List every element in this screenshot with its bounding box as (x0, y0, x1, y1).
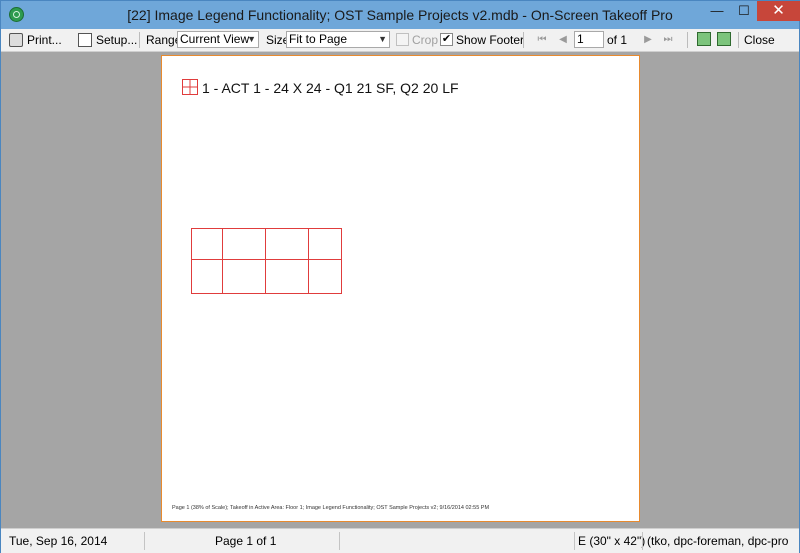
page-count-label: of 1 (607, 33, 628, 47)
zoom-fit-icon[interactable] (717, 32, 731, 46)
setup-button-label: Setup... (96, 33, 138, 47)
status-date: Tue, Sep 16, 2014 (9, 534, 108, 548)
minimize-button[interactable]: — (704, 1, 730, 21)
page-setup-icon (78, 33, 92, 47)
toolbar: Print... Setup... Range Current View ▼ Si… (1, 29, 799, 52)
title-bar[interactable]: [22] Image Legend Functionality; OST Sam… (1, 1, 800, 29)
printer-icon (9, 33, 23, 47)
chevron-down-icon: ▼ (247, 34, 256, 44)
print-button[interactable]: Print... (9, 32, 62, 48)
toolbar-separator (738, 32, 739, 48)
status-page: Page 1 of 1 (215, 534, 277, 548)
show-footer-checkbox-label: Show Footer (456, 33, 525, 47)
size-select-value: Fit to Page (289, 32, 348, 46)
size-select[interactable]: Fit to Page ▼ (286, 31, 390, 48)
window-title: [22] Image Legend Functionality; OST Sam… (127, 7, 673, 23)
first-page-button[interactable]: ⏮ (535, 32, 549, 48)
crop-checkbox-label: Crop (412, 33, 439, 47)
show-footer-checkbox-box[interactable]: ✔ (440, 33, 453, 46)
takeoff-grid-legend-icon (182, 79, 198, 95)
chevron-down-icon: ▼ (378, 34, 387, 44)
toolbar-separator (139, 32, 140, 48)
status-bar: Tue, Sep 16, 2014 Page 1 of 1 E (30" x 4… (1, 528, 799, 553)
print-button-label: Print... (27, 33, 62, 47)
page-footer: Page 1 (38% of Scale); Takeoff in Active… (172, 505, 490, 511)
status-paper-size: E (30" x 42") (578, 534, 646, 548)
last-page-button[interactable]: ⏭ (661, 32, 675, 48)
status-users: (tko, dpc-foreman, dpc-pro (647, 534, 789, 548)
toolbar-separator (687, 32, 688, 48)
crop-checkbox-box[interactable] (396, 33, 409, 46)
legend-entry: 1 - ACT 1 - 24 X 24 - Q1 21 SF, Q2 20 LF (202, 80, 459, 96)
status-separator (339, 532, 340, 550)
crop-checkbox[interactable]: Crop (396, 32, 438, 48)
next-page-button[interactable]: ▶ (641, 32, 655, 48)
page-number-input[interactable]: 1 (574, 31, 604, 48)
range-select[interactable]: Current View ▼ (177, 31, 259, 48)
toolbar-separator (523, 32, 524, 48)
close-window-button[interactable]: ✕ (757, 1, 800, 21)
maximize-button[interactable]: ☐ (731, 1, 757, 21)
close-preview-button[interactable]: Close (744, 32, 775, 48)
zoom-page-icon[interactable] (697, 32, 711, 46)
status-separator (144, 532, 145, 550)
print-preview-window: [22] Image Legend Functionality; OST Sam… (0, 0, 800, 553)
takeoff-ceiling-grid (191, 228, 342, 294)
setup-button[interactable]: Setup... (78, 32, 137, 48)
previous-page-button[interactable]: ◀ (556, 32, 570, 48)
show-footer-checkbox[interactable]: ✔ Show Footer (440, 32, 524, 48)
status-separator (642, 532, 643, 550)
status-separator (574, 532, 575, 550)
range-select-value: Current View (180, 32, 250, 46)
preview-page: 1 - ACT 1 - 24 X 24 - Q1 21 SF, Q2 20 LF… (161, 55, 640, 522)
